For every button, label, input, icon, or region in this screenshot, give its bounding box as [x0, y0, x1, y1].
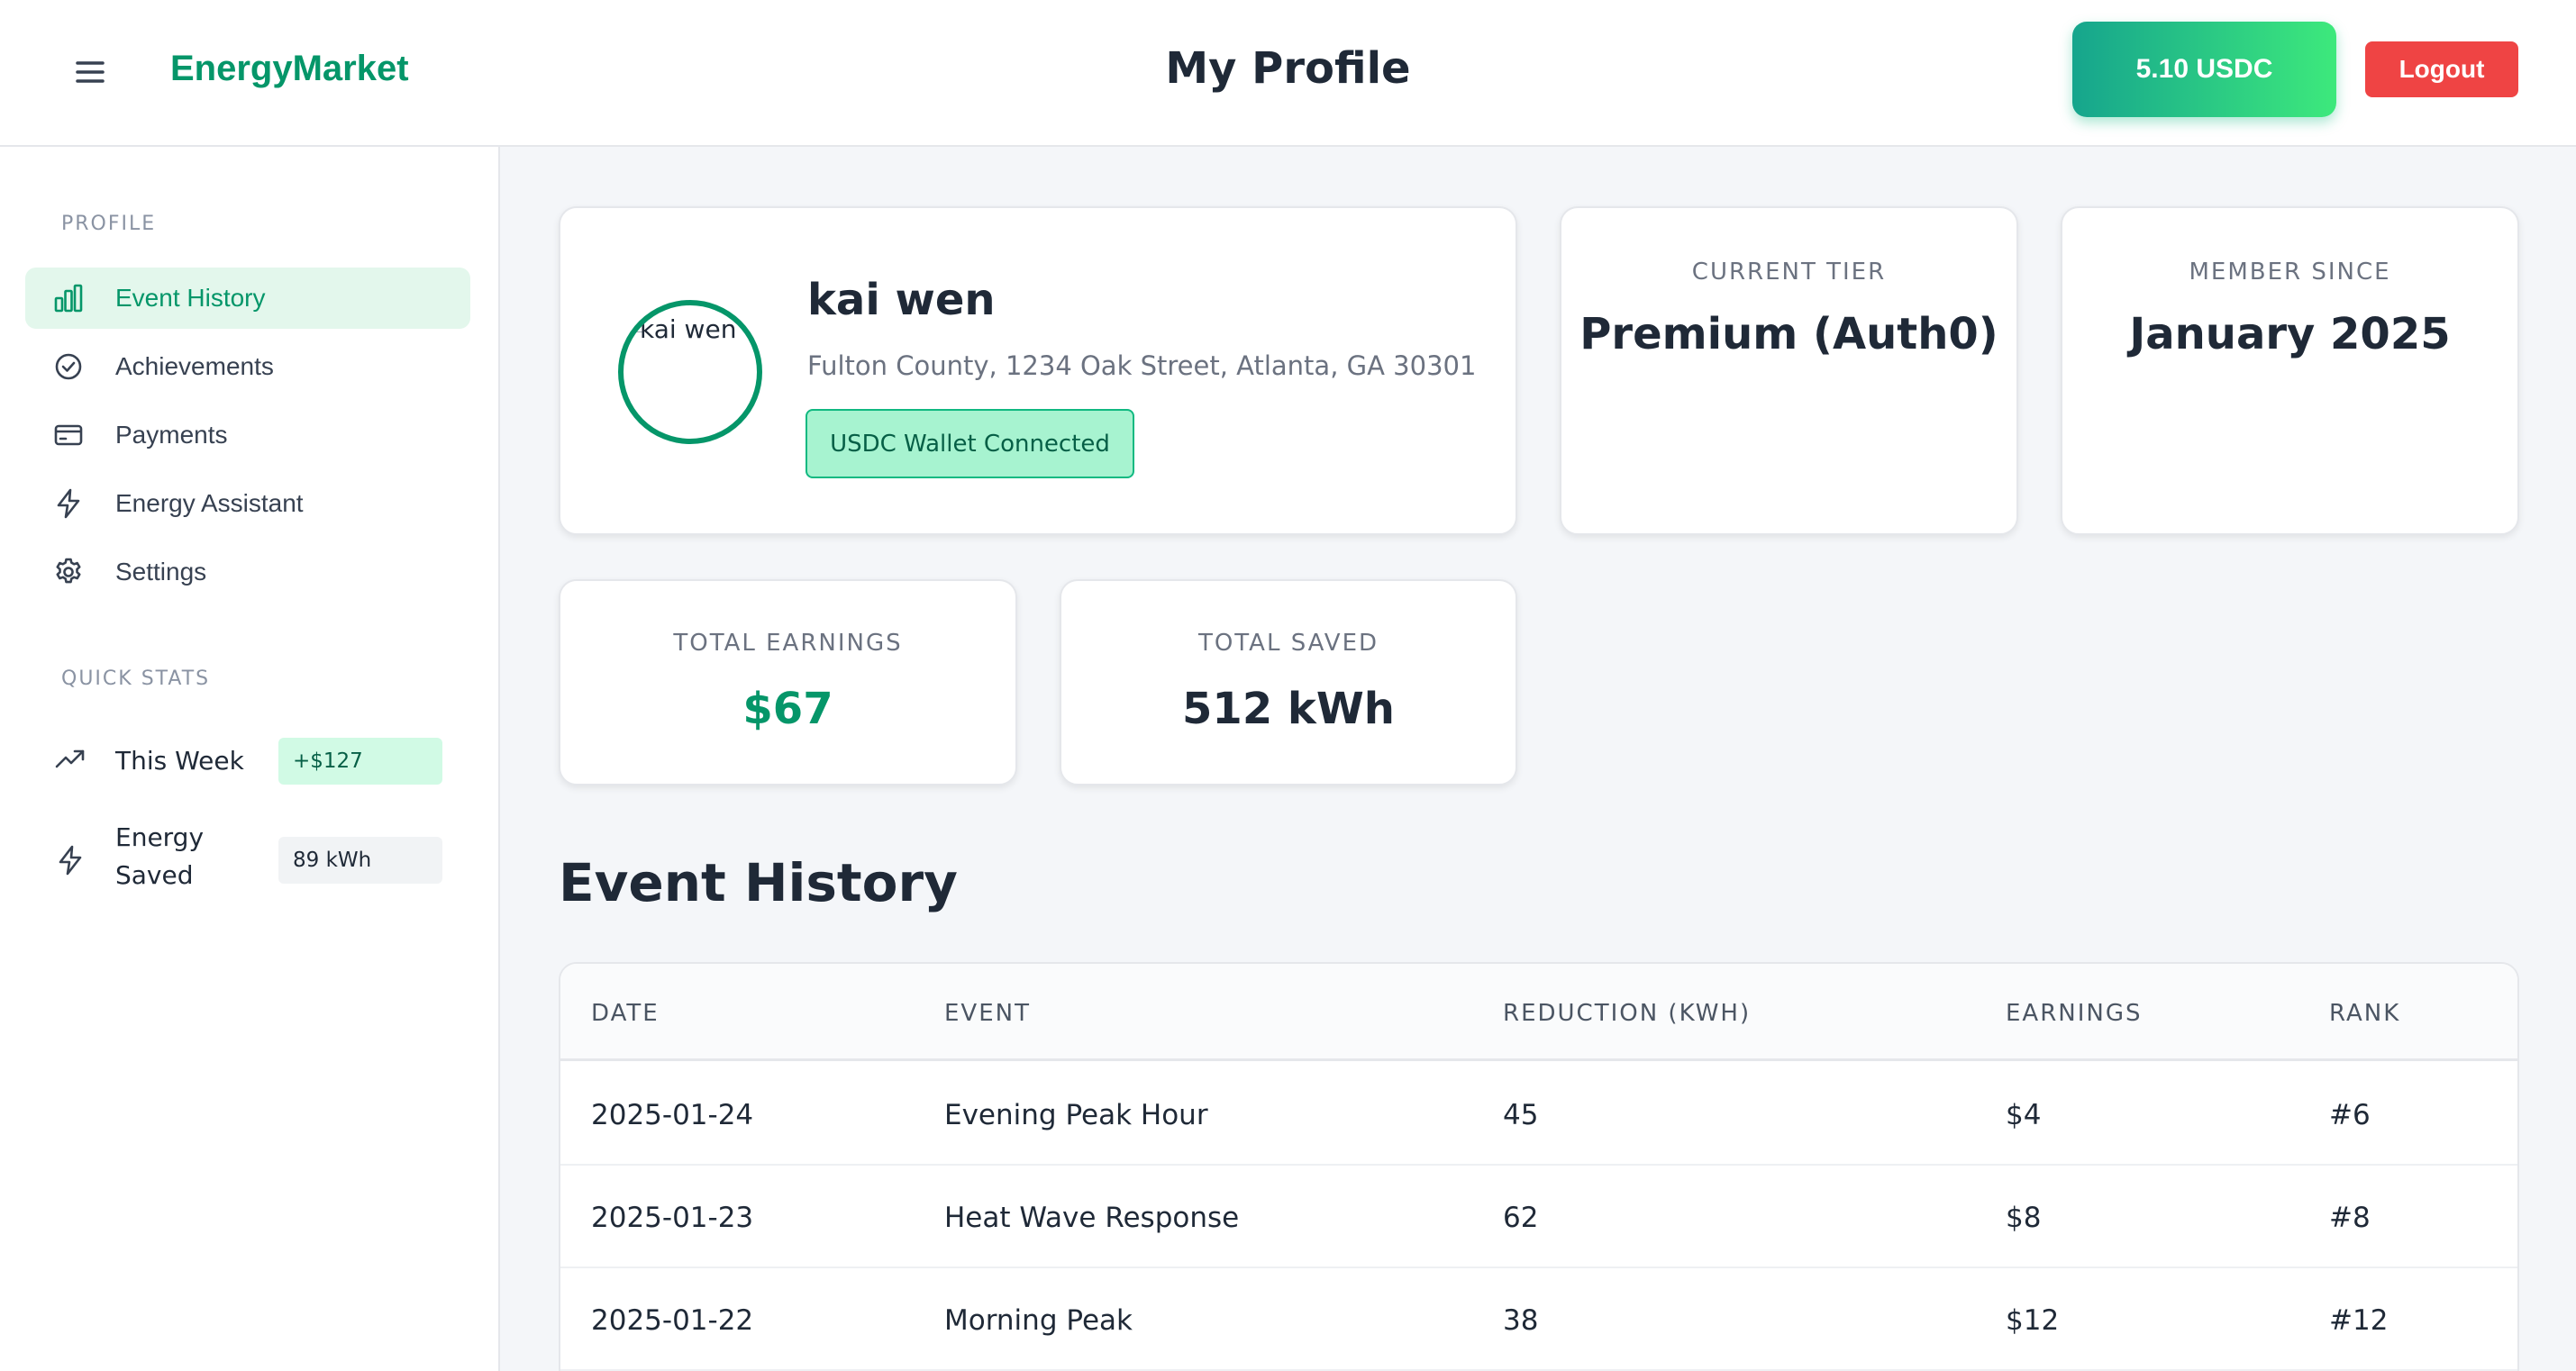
wallet-status-badge: USDC Wallet Connected [806, 409, 1134, 478]
sidebar-item-payments[interactable]: Payments [25, 404, 470, 466]
avatar: kai wen [618, 300, 762, 444]
lightning-icon [52, 487, 85, 520]
stat-label: TOTAL SAVED [1197, 630, 1379, 657]
stat-value: 512 kWh [1182, 684, 1395, 734]
stat-value: $67 [742, 684, 833, 734]
trending-up-icon [54, 743, 86, 776]
stat-label: MEMBER SINCE [2189, 259, 2391, 286]
quick-stat-value: 89 kWh [278, 837, 442, 884]
cell-date: 2025-01-24 [591, 1099, 754, 1131]
sidebar-section-quick-stats: QUICK STATS [61, 667, 211, 690]
top-header: EnergyMarket My Profile 5.10 USDC Logout [0, 0, 2576, 147]
column-header-reduction[interactable]: REDUCTION (KWH) [1503, 1000, 1751, 1027]
event-history-title: Event History [559, 852, 958, 913]
stat-value: Premium (Auth0) [1579, 309, 1998, 359]
cell-rank: #12 [2329, 1304, 2389, 1337]
table-row[interactable]: 2025-01-24 Evening Peak Hour 45 $4 #6 [560, 1063, 2517, 1166]
cell-event: Morning Peak [944, 1304, 1133, 1337]
cell-earnings: $4 [2006, 1099, 2042, 1131]
sidebar-item-achievements[interactable]: Achievements [25, 336, 470, 397]
sidebar-item-label: Payments [115, 421, 228, 449]
cell-earnings: $8 [2006, 1202, 2042, 1234]
sidebar-item-label: Settings [115, 558, 207, 586]
cell-rank: #8 [2329, 1202, 2371, 1234]
sidebar: PROFILE Event History Achievements Payme… [0, 147, 500, 1371]
logout-button[interactable]: Logout [2365, 41, 2518, 97]
stat-label: CURRENT TIER [1691, 259, 1887, 286]
sidebar-item-label: Energy Assistant [115, 489, 304, 517]
sidebar-item-settings[interactable]: Settings [25, 541, 470, 603]
member-since-card: MEMBER SINCE January 2025 [2061, 206, 2519, 535]
sidebar-item-label: Achievements [115, 352, 274, 380]
quick-stat-label: Energy Saved [115, 822, 205, 890]
sidebar-item-event-history[interactable]: Event History [25, 268, 470, 329]
quick-stat-value: +$127 [278, 738, 442, 785]
current-tier-card: CURRENT TIER Premium (Auth0) [1560, 206, 2018, 535]
column-header-rank[interactable]: RANK [2329, 1000, 2400, 1027]
cell-earnings: $12 [2006, 1304, 2060, 1337]
cell-date: 2025-01-23 [591, 1202, 754, 1234]
sidebar-section-profile: PROFILE [61, 213, 157, 235]
cell-reduction: 62 [1503, 1202, 1539, 1234]
usdc-balance-button[interactable]: 5.10 USDC [2072, 22, 2336, 117]
total-earnings-card: TOTAL EARNINGS $67 [559, 579, 1017, 785]
event-history-table: DATE EVENT REDUCTION (KWH) EARNINGS RANK… [559, 962, 2519, 1371]
check-circle-icon [52, 350, 85, 383]
table-row[interactable]: 2025-01-22 Morning Peak 38 $12 #12 [560, 1268, 2517, 1371]
table-row[interactable]: 2025-01-23 Heat Wave Response 62 $8 #8 [560, 1166, 2517, 1268]
quick-stat-energy-saved: Energy Saved 89 kWh [54, 819, 451, 903]
cell-rank: #6 [2329, 1099, 2371, 1131]
stat-value: January 2025 [2129, 309, 2451, 359]
bar-chart-icon [52, 282, 85, 314]
cell-reduction: 38 [1503, 1304, 1539, 1337]
sidebar-item-label: Event History [115, 284, 266, 312]
quick-stat-this-week: This Week +$127 [54, 734, 451, 788]
cell-event: Evening Peak Hour [944, 1099, 1208, 1131]
gear-icon [52, 556, 85, 588]
total-saved-card: TOTAL SAVED 512 kWh [1060, 579, 1517, 785]
cell-date: 2025-01-22 [591, 1304, 754, 1337]
quick-stat-label: This Week [115, 746, 244, 776]
avatar-alt-text: kai wen [640, 314, 737, 344]
table-header-row: DATE EVENT REDUCTION (KWH) EARNINGS RANK [560, 964, 2517, 1061]
credit-card-icon [52, 419, 85, 451]
profile-card: kai wen kai wen Fulton County, 1234 Oak … [559, 206, 1517, 535]
cell-reduction: 45 [1503, 1099, 1539, 1131]
sidebar-item-energy-assistant[interactable]: Energy Assistant [25, 473, 470, 534]
profile-address: Fulton County, 1234 Oak Street, Atlanta,… [807, 350, 1477, 381]
column-header-date[interactable]: DATE [591, 1000, 660, 1027]
cell-event: Heat Wave Response [944, 1202, 1240, 1234]
stat-label: TOTAL EARNINGS [673, 630, 903, 657]
lightning-icon [54, 844, 86, 876]
column-header-earnings[interactable]: EARNINGS [2006, 1000, 2143, 1027]
profile-name: kai wen [807, 275, 996, 325]
column-header-event[interactable]: EVENT [944, 1000, 1031, 1027]
